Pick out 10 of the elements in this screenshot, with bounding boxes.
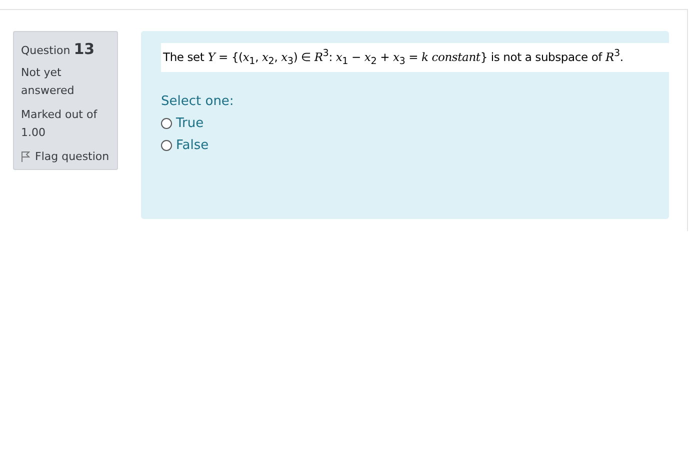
flag-question-button[interactable]: Flag question [21, 150, 111, 163]
radio-button[interactable] [161, 118, 172, 130]
answer-option[interactable]: False [161, 138, 669, 154]
answer-option[interactable]: True [161, 116, 669, 132]
flag-icon [21, 151, 30, 162]
radio-button[interactable] [161, 140, 172, 152]
question-marks: Marked out of 1.00 [21, 107, 98, 141]
select-prompt: Select one: [161, 94, 235, 110]
question-number: Question 13 [21, 40, 96, 58]
question-state: Not yet answered [21, 65, 76, 99]
